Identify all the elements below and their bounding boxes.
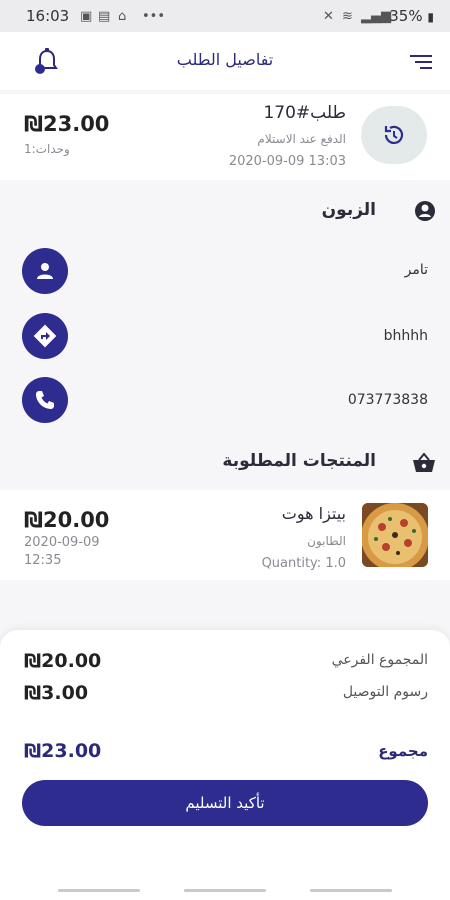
order-number: طلب#170 xyxy=(263,103,346,123)
app-header: تفاصيل الطلب xyxy=(0,32,450,90)
grand-total-value: ₪23.00 xyxy=(24,740,102,762)
status-bar: 16:03 ▣ ▤ ⌂ ••• ✕ ≋ ▂▄▆ 35% ▮ xyxy=(0,0,450,32)
order-units: وحدات:1 xyxy=(24,142,70,156)
totals-panel: المجموع الفرعي ₪20.00 رسوم التوصيل ₪3.00… xyxy=(0,630,450,900)
customer-section-title: الزبون xyxy=(321,200,376,220)
directions-icon xyxy=(33,324,57,348)
system-nav-back[interactable] xyxy=(310,889,392,892)
grand-total-label: مجموع xyxy=(378,742,428,760)
delivery-fee-label: رسوم التوصيل xyxy=(342,684,428,700)
customer-address: bhhhh xyxy=(383,328,428,344)
product-time: 12:35 xyxy=(24,553,62,568)
image-notification-icon: ▣ xyxy=(80,9,93,24)
battery-icon: ▮ xyxy=(427,10,434,24)
status-time: 16:03 xyxy=(26,7,70,25)
product-image xyxy=(362,503,428,567)
clock-refresh-icon xyxy=(384,125,404,144)
basket-notification-icon: ⌂ xyxy=(118,9,127,24)
subtotal-value: ₪20.00 xyxy=(24,650,102,672)
confirm-delivery-button[interactable]: تأكيد التسليم xyxy=(22,780,428,826)
system-nav-recents[interactable] xyxy=(58,889,140,892)
battery-level: 35% ▮ xyxy=(389,7,434,25)
product-price: ₪20.00 xyxy=(24,508,110,532)
customer-name-button[interactable] xyxy=(22,248,68,294)
product-category: الطابون xyxy=(307,534,346,548)
wifi-icon: ≋ xyxy=(342,9,353,24)
products-section-title: المنتجات المطلوبة xyxy=(222,451,376,471)
gallery-notification-icon: ▤ xyxy=(98,9,111,24)
basket-icon xyxy=(413,452,435,472)
payment-method: الدفع عند الاستلام xyxy=(257,132,346,146)
more-notifications-icon: ••• xyxy=(142,9,166,24)
product-item[interactable]: بيتزا هوت الطابون Quantity: 1.0 ₪20.00 2… xyxy=(0,490,450,580)
subtotal-label: المجموع الفرعي xyxy=(331,652,428,668)
directions-button[interactable] xyxy=(22,313,68,359)
page-title: تفاصيل الطلب xyxy=(176,50,274,69)
menu-icon[interactable] xyxy=(410,54,432,70)
account-circle-icon xyxy=(415,201,435,221)
signal-icon: ▂▄▆ xyxy=(361,9,391,24)
call-button[interactable] xyxy=(22,377,68,423)
product-quantity: Quantity: 1.0 xyxy=(261,556,346,571)
mute-icon: ✕ xyxy=(323,9,334,24)
order-status-badge xyxy=(361,106,427,164)
delivery-fee-value: ₪3.00 xyxy=(24,682,89,704)
customer-phone: 073773838 xyxy=(347,392,428,408)
order-summary-card: طلب#170 الدفع عند الاستلام 2020-09-09 13… xyxy=(0,94,450,180)
person-icon xyxy=(37,263,53,279)
order-date: 2020-09-09 13:03 xyxy=(228,154,346,169)
product-date: 2020-09-09 xyxy=(24,535,100,550)
customer-name: تامر xyxy=(404,262,428,278)
order-total: ₪23.00 xyxy=(24,112,110,136)
system-nav-home[interactable] xyxy=(184,889,266,892)
phone-icon xyxy=(36,391,54,409)
product-name: بيتزا هوت xyxy=(281,504,346,523)
notification-bell-icon[interactable] xyxy=(32,46,62,76)
